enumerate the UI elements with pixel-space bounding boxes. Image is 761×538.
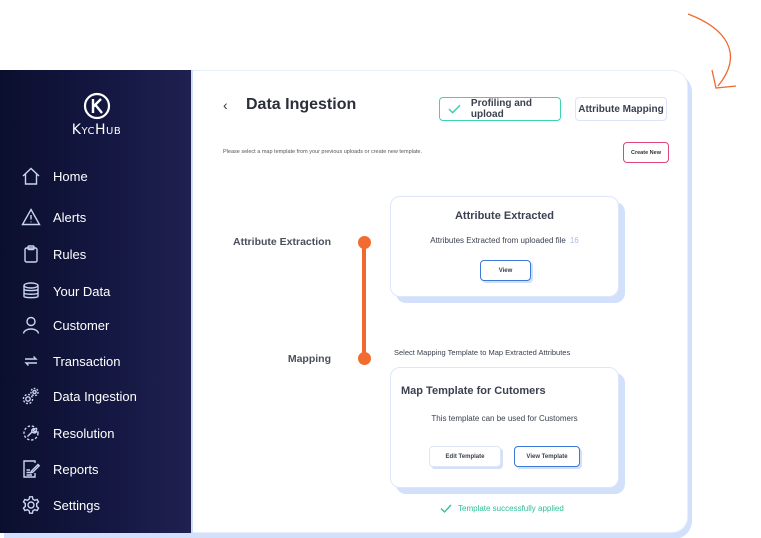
k-circle-logo-icon <box>83 92 110 120</box>
timeline-label-extraction: Attribute Extraction <box>232 236 331 248</box>
sidebar-item-label: Home <box>53 168 88 184</box>
sidebar-item-label: Alerts <box>53 209 87 225</box>
sidebar-item-data-ingestion[interactable]: Data Ingestion <box>20 383 137 409</box>
sidebar-item-label: Customer <box>53 317 110 333</box>
sidebar-item-settings[interactable]: Settings <box>20 492 100 518</box>
brand-name: KycHub <box>71 122 122 138</box>
card-title: Attribute Extracted <box>454 210 555 222</box>
sidebar-item-home[interactable]: Home <box>20 163 88 189</box>
sidebar-item-label: Resolution <box>53 425 115 441</box>
mapping-instruction: Select Mapping Template to Map Extracted… <box>394 348 571 357</box>
sidebar-item-label: Transaction <box>53 353 121 369</box>
settings-gear-icon <box>20 494 42 516</box>
sidebar-item-label: Settings <box>53 497 100 513</box>
sidebar-item-reports[interactable]: Reports <box>20 456 99 482</box>
card-text: This template can be used for Customers <box>431 414 578 423</box>
step-label: Profiling and upload <box>470 98 533 120</box>
brand-logo: KycHub <box>0 92 193 138</box>
gears-icon <box>20 385 42 407</box>
timeline-label-mapping: Mapping <box>287 353 331 365</box>
sidebar-item-transaction[interactable]: Transaction <box>20 348 120 374</box>
sidebar-item-label: Rules <box>53 246 87 262</box>
report-edit-icon <box>20 458 42 480</box>
sidebar-item-your-data[interactable]: Your Data <box>20 278 110 304</box>
gear-wrench-icon <box>20 422 42 444</box>
view-attributes-button[interactable]: View <box>480 260 531 281</box>
sidebar-item-customer[interactable]: Customer <box>20 312 109 338</box>
timeline-dot-mapping <box>358 352 371 365</box>
main-panel: ‹ Data Ingestion Profiling and upload At… <box>193 70 688 533</box>
edit-template-button[interactable]: Edit Template <box>429 446 501 467</box>
card-text: Attributes Extracted from uploaded file 1… <box>391 236 618 245</box>
create-new-button[interactable]: Create New <box>623 142 671 165</box>
attribute-extracted-card: Attribute Extracted Attributes Extracted… <box>390 196 619 297</box>
step-attribute-mapping[interactable]: Attribute Mapping <box>575 97 669 123</box>
success-message: Template successfully applied <box>440 504 564 513</box>
app-frame: KycHub Home Alerts Rules Your Data Custo… <box>0 70 692 538</box>
sidebar-item-label: Your Data <box>53 283 111 299</box>
checkmark-icon <box>448 104 461 114</box>
sidebar-item-label: Reports <box>53 461 99 477</box>
home-icon <box>20 165 42 187</box>
sidebar-item-resolution[interactable]: Resolution <box>20 420 114 446</box>
map-template-card: Map Template for Cutomers This template … <box>390 367 619 488</box>
back-button[interactable]: ‹ <box>223 97 228 113</box>
step-label: Attribute Mapping <box>578 103 664 115</box>
transfer-arrows-icon <box>20 350 42 372</box>
attribute-count: 16 <box>569 236 579 245</box>
sidebar-item-rules[interactable]: Rules <box>20 241 86 267</box>
checkmark-icon <box>440 504 452 513</box>
timeline-dot-extraction <box>358 236 371 249</box>
database-icon <box>20 280 42 302</box>
timeline-connector <box>362 242 366 359</box>
helper-text: Please select a map template from your p… <box>223 149 423 155</box>
success-text: Template successfully applied <box>458 504 564 513</box>
sidebar-item-label: Data Ingestion <box>53 388 137 404</box>
page-title: Data Ingestion <box>246 96 357 113</box>
card-title: Map Template for Cutomers <box>401 385 546 397</box>
alert-triangle-icon <box>20 206 42 228</box>
step-profiling-upload[interactable]: Profiling and upload <box>439 97 563 123</box>
user-icon <box>20 314 42 336</box>
sidebar-item-alerts[interactable]: Alerts <box>20 204 86 230</box>
sidebar: KycHub Home Alerts Rules Your Data Custo… <box>0 70 193 533</box>
clipboard-icon <box>20 243 42 265</box>
view-template-button[interactable]: View Template <box>514 446 580 467</box>
card-description: Attributes Extracted from uploaded file <box>430 236 566 245</box>
